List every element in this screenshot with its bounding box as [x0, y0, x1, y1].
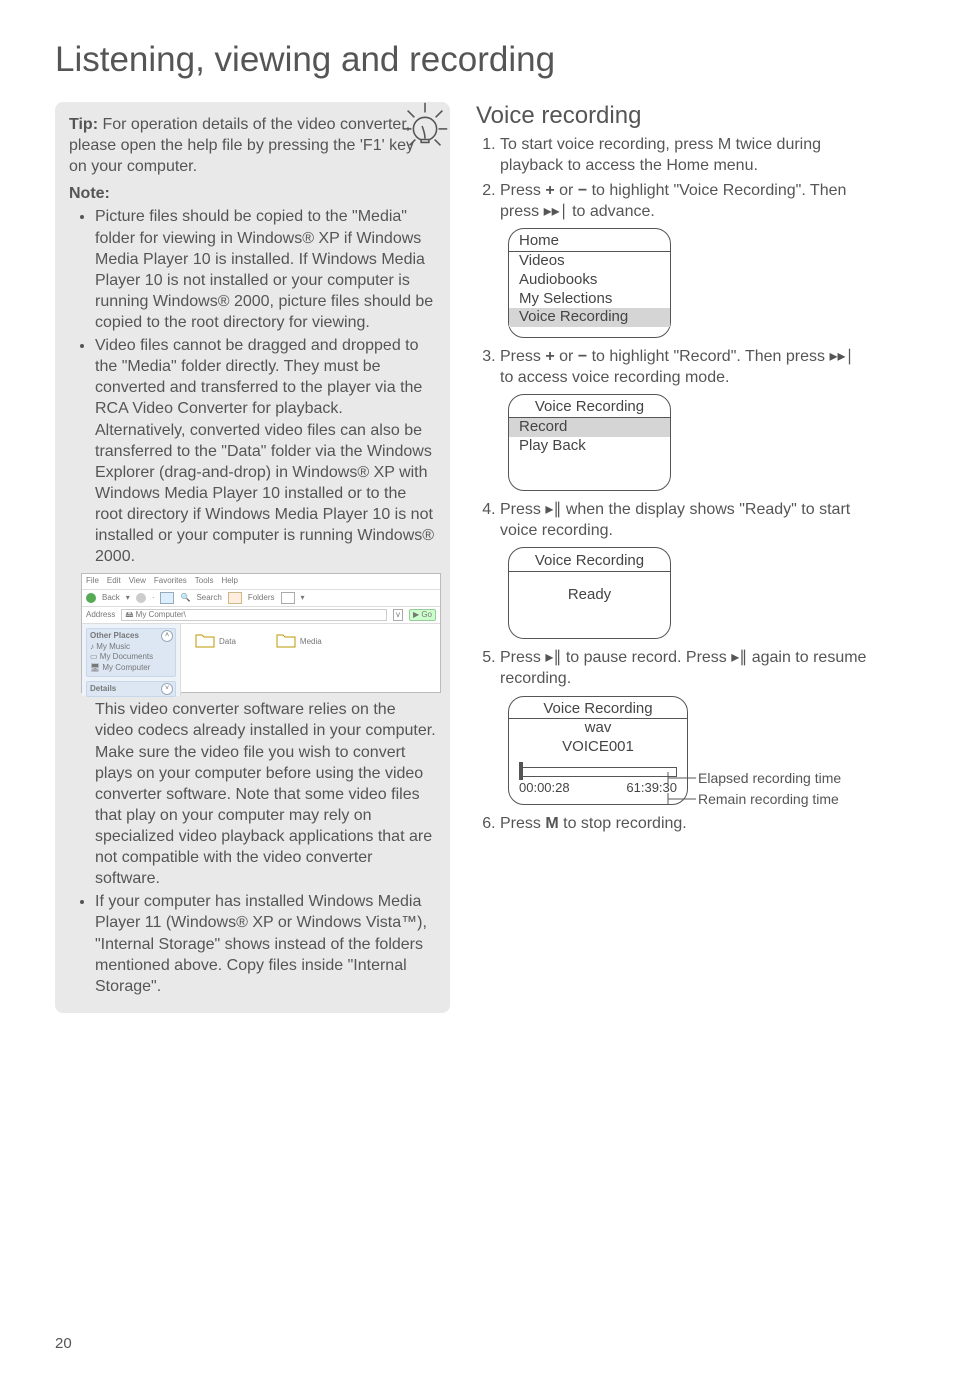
device-screen-home: Home Videos Audiobooks My Selections Voi…: [508, 228, 671, 338]
device-item-record: Record: [509, 418, 670, 437]
voice-recording-heading: Voice recording: [476, 102, 871, 130]
step-5: Press ▸∥ to pause record. Press ▸∥ again…: [500, 647, 871, 689]
document-icon: ▭: [90, 652, 98, 661]
note-item: If your computer has installed Windows M…: [95, 891, 436, 997]
device-screen-recording: Voice Recording wav VOICE001 00:00:28 61…: [508, 696, 688, 806]
device-item-my-selections: My Selections: [509, 290, 670, 309]
address-field[interactable]: 🖴 My Computer\: [121, 609, 387, 622]
play-pause-icon: ▸∥: [731, 647, 747, 668]
folder-media[interactable]: Media: [276, 632, 322, 688]
note-label: Note:: [69, 183, 436, 204]
tip-label: Tip:: [69, 116, 98, 133]
back-button[interactable]: Back: [102, 593, 120, 604]
search-icon[interactable]: 🔍: [180, 593, 190, 604]
details-group[interactable]: Details ˅: [86, 681, 176, 698]
annotation-elapsed: Elapsed recording time: [698, 770, 841, 786]
folders-button[interactable]: Folders: [248, 593, 275, 604]
menu-file[interactable]: File: [86, 576, 99, 587]
step-6: Press M to stop recording.: [500, 813, 871, 834]
menu-edit[interactable]: Edit: [107, 576, 121, 587]
steps-list: Press ▸∥ to pause record. Press ▸∥ again…: [476, 647, 871, 689]
m-button-label: M: [545, 815, 558, 832]
minus-icon: −: [578, 346, 587, 367]
music-icon: ♪: [90, 642, 94, 651]
tip-box: Tip: For operation details of the video …: [55, 102, 450, 1013]
steps-list: Press ▸∥ when the display shows "Ready" …: [476, 499, 871, 541]
annotation-remain: Remain recording time: [698, 791, 839, 807]
device-title: Home: [509, 232, 670, 251]
views-icon[interactable]: [281, 592, 295, 604]
device-title: Voice Recording: [509, 398, 670, 417]
link-my-documents[interactable]: ▭ My Documents: [90, 652, 172, 663]
timeline-playhead-icon: [519, 762, 523, 780]
explorer-addressbar: Address 🖴 My Computer\ v ▶ Go: [82, 607, 440, 625]
steps-list: To start voice recording, press M twice …: [476, 134, 871, 222]
address-label: Address: [86, 610, 115, 621]
remaining-time: 61:39:30: [626, 780, 677, 796]
next-track-icon: ▸▸∣: [829, 346, 853, 367]
back-icon[interactable]: [86, 593, 96, 603]
link-my-music[interactable]: ♪ My Music: [90, 642, 172, 653]
device-title: Voice Recording: [509, 552, 670, 572]
menu-favorites[interactable]: Favorites: [154, 576, 187, 587]
explorer-screenshot: File Edit View Favorites Tools Help Back…: [81, 573, 441, 693]
device-title: Voice Recording: [509, 700, 687, 720]
plus-icon: +: [545, 180, 554, 201]
menu-tools[interactable]: Tools: [195, 576, 214, 587]
step-4: Press ▸∥ when the display shows "Ready" …: [500, 499, 871, 541]
chevron-down-icon[interactable]: ˅: [161, 683, 173, 695]
play-pause-icon: ▸∥: [545, 647, 561, 668]
device-file-name: VOICE001: [509, 738, 687, 757]
device-timeline: [519, 767, 677, 777]
menu-view[interactable]: View: [129, 576, 146, 587]
chevron-up-icon[interactable]: ˄: [161, 630, 173, 642]
note-item: Video files cannot be dragged and droppe…: [95, 335, 436, 567]
device-item-voice-recording: Voice Recording: [509, 308, 670, 327]
menu-help[interactable]: Help: [221, 576, 237, 587]
page-title: Listening, viewing and recording: [55, 40, 899, 80]
minus-icon: −: [578, 180, 587, 201]
note-list-2: If your computer has installed Windows M…: [69, 891, 436, 997]
explorer-menubar: File Edit View Favorites Tools Help: [82, 574, 440, 590]
explorer-toolbar: Back ▾ · 🔍 Search Folders ▾: [82, 590, 440, 607]
up-icon[interactable]: [160, 592, 174, 604]
go-button[interactable]: ▶ Go: [409, 609, 436, 622]
computer-icon: 🖥: [90, 663, 100, 672]
folder-icon: [195, 632, 215, 652]
tip-text: For operation details of the video conve…: [69, 116, 414, 175]
explorer-right-pane: Data Media: [181, 624, 440, 696]
address-dropdown-icon[interactable]: v: [393, 609, 403, 622]
search-button[interactable]: Search: [196, 593, 221, 604]
play-pause-icon: ▸∥: [545, 499, 561, 520]
note-list: Picture files should be copied to the "M…: [69, 206, 436, 567]
steps-list: Press + or − to highlight "Record". Then…: [476, 346, 871, 388]
device-screen-vr-menu: Voice Recording Record Play Back: [508, 394, 671, 490]
note-after-screenshot: This video converter software relies on …: [95, 699, 436, 889]
device-item-videos: Videos: [509, 252, 670, 271]
drive-icon: 🖴: [125, 610, 135, 619]
step-1: To start voice recording, press M twice …: [500, 134, 871, 176]
forward-icon[interactable]: [136, 593, 146, 603]
steps-list: Press M to stop recording.: [476, 813, 871, 834]
lightbulb-icon: [396, 97, 454, 155]
note-item: Picture files should be copied to the "M…: [95, 206, 436, 333]
device-screen-ready: Voice Recording Ready: [508, 547, 671, 640]
explorer-left-pane: Other Places ˄ ♪ My Music ▭ My Documents…: [82, 624, 181, 696]
next-track-icon: ▸▸∣: [544, 201, 568, 222]
folder-icon: [276, 632, 296, 652]
folder-data[interactable]: Data: [195, 632, 236, 688]
page-number: 20: [55, 1335, 72, 1352]
device-item-audiobooks: Audiobooks: [509, 271, 670, 290]
device-item-playback: Play Back: [509, 437, 670, 456]
step-3: Press + or − to highlight "Record". Then…: [500, 346, 871, 388]
plus-icon: +: [545, 346, 554, 367]
elapsed-time: 00:00:28: [519, 780, 570, 796]
link-my-computer[interactable]: 🖥 My Computer: [90, 663, 172, 674]
step-2: Press + or − to highlight "Voice Recordi…: [500, 180, 871, 222]
other-places-group[interactable]: Other Places ˄ ♪ My Music ▭ My Documents…: [86, 628, 176, 676]
folders-icon[interactable]: [228, 592, 242, 604]
device-file-ext: wav: [509, 719, 687, 738]
device-status-ready: Ready: [509, 572, 670, 605]
